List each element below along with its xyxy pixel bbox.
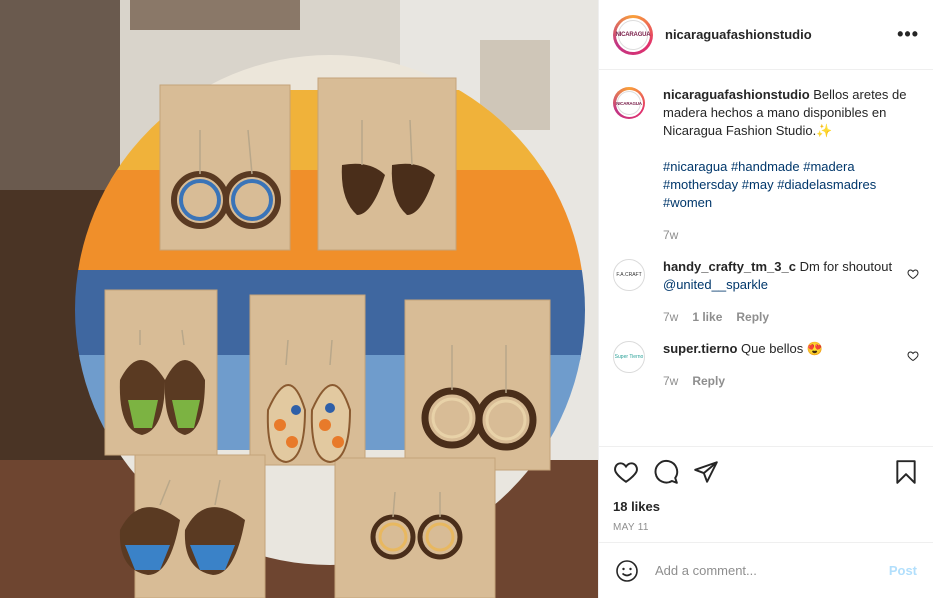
caption: NICARAGUA nicaraguafashionstudio Bellos … xyxy=(613,86,919,244)
likes-count[interactable]: 18 likes xyxy=(613,499,919,514)
reply-button[interactable]: Reply xyxy=(692,372,725,390)
bookmark-icon[interactable] xyxy=(893,459,919,485)
post-photo[interactable] xyxy=(0,0,598,598)
instagram-post: NICARAGUA nicaraguafashionstudio ••• NIC… xyxy=(0,0,933,598)
comment-username[interactable]: handy_crafty_tm_3_c xyxy=(663,259,796,274)
more-icon[interactable]: ••• xyxy=(897,24,919,45)
caption-avatar[interactable]: NICARAGUA xyxy=(613,87,645,119)
caption-time[interactable]: 7w xyxy=(663,226,678,244)
caption-avatar-ring: NICARAGUA xyxy=(615,89,643,117)
hashtag[interactable]: #nicaragua xyxy=(663,159,727,174)
emoji-icon[interactable] xyxy=(615,559,639,583)
comment-body: handy_crafty_tm_3_c Dm for shoutout @uni… xyxy=(663,258,897,326)
hashtags: #nicaragua #handmade #madera #mothersday… xyxy=(663,158,919,212)
commenter-avatar[interactable]: F.A.CRAFT xyxy=(613,259,645,291)
comment-username[interactable]: super.tierno xyxy=(663,341,737,356)
action-icons xyxy=(613,457,919,487)
add-comment-bar: Post xyxy=(599,542,933,598)
caption-username[interactable]: nicaraguafashionstudio xyxy=(663,87,810,102)
hashtag[interactable]: #women xyxy=(663,195,712,210)
comment-input[interactable] xyxy=(655,563,889,578)
comment-mention[interactable]: @united__sparkle xyxy=(663,277,768,292)
caption-body: nicaraguafashionstudio Bellos aretes de … xyxy=(663,86,919,244)
comment-likes[interactable]: 1 like xyxy=(692,308,722,326)
post-actions: 18 likes MAY 11 xyxy=(599,446,933,542)
author-avatar-ring: NICARAGUA xyxy=(616,17,651,52)
commenter-avatar[interactable]: Super Tierno xyxy=(613,341,645,373)
hashtag[interactable]: #mothersday xyxy=(663,177,738,192)
hashtag[interactable]: #may xyxy=(742,177,774,192)
post-header: NICARAGUA nicaraguafashionstudio ••• xyxy=(599,0,933,70)
caption-meta: 7w xyxy=(663,226,919,244)
comment-emoji: 😍 xyxy=(806,341,823,356)
author-avatar[interactable]: NICARAGUA xyxy=(613,14,653,55)
heart-icon[interactable] xyxy=(613,459,639,485)
author-avatar-logo: NICARAGUA xyxy=(616,19,651,50)
comment-text: Dm for shoutout xyxy=(799,259,893,274)
comments-section: NICARAGUA nicaraguafashionstudio Bellos … xyxy=(599,70,933,446)
comment-body: super.tierno Que bellos 😍 7w Reply xyxy=(663,340,897,390)
comment-time[interactable]: 7w xyxy=(663,372,678,390)
share-icon[interactable] xyxy=(693,459,719,485)
comment-time[interactable]: 7w xyxy=(663,308,678,326)
comment-meta: 7w Reply xyxy=(663,372,897,390)
comment-text: Que bellos xyxy=(741,341,807,356)
reply-button[interactable]: Reply xyxy=(736,308,769,326)
comment: Super Tierno super.tierno Que bellos 😍 7… xyxy=(613,340,919,390)
post-date[interactable]: MAY 11 xyxy=(613,522,919,533)
heart-icon[interactable] xyxy=(907,268,919,280)
comment: F.A.CRAFT handy_crafty_tm_3_c Dm for sho… xyxy=(613,258,919,326)
comment-meta: 7w 1 like Reply xyxy=(663,308,897,326)
caption-avatar-logo: NICARAGUA xyxy=(616,91,642,115)
post-button[interactable]: Post xyxy=(889,563,917,578)
hashtag[interactable]: #diadelasmadres xyxy=(777,177,876,192)
post-sidebar: NICARAGUA nicaraguafashionstudio ••• NIC… xyxy=(598,0,933,598)
hashtag[interactable]: #handmade xyxy=(731,159,800,174)
heart-icon[interactable] xyxy=(907,350,919,362)
hashtag[interactable]: #madera xyxy=(803,159,854,174)
author-username[interactable]: nicaraguafashionstudio xyxy=(665,27,812,42)
caption-emoji: ✨ xyxy=(816,123,833,138)
earrings-photo xyxy=(0,0,598,598)
comment-icon[interactable] xyxy=(653,459,679,485)
